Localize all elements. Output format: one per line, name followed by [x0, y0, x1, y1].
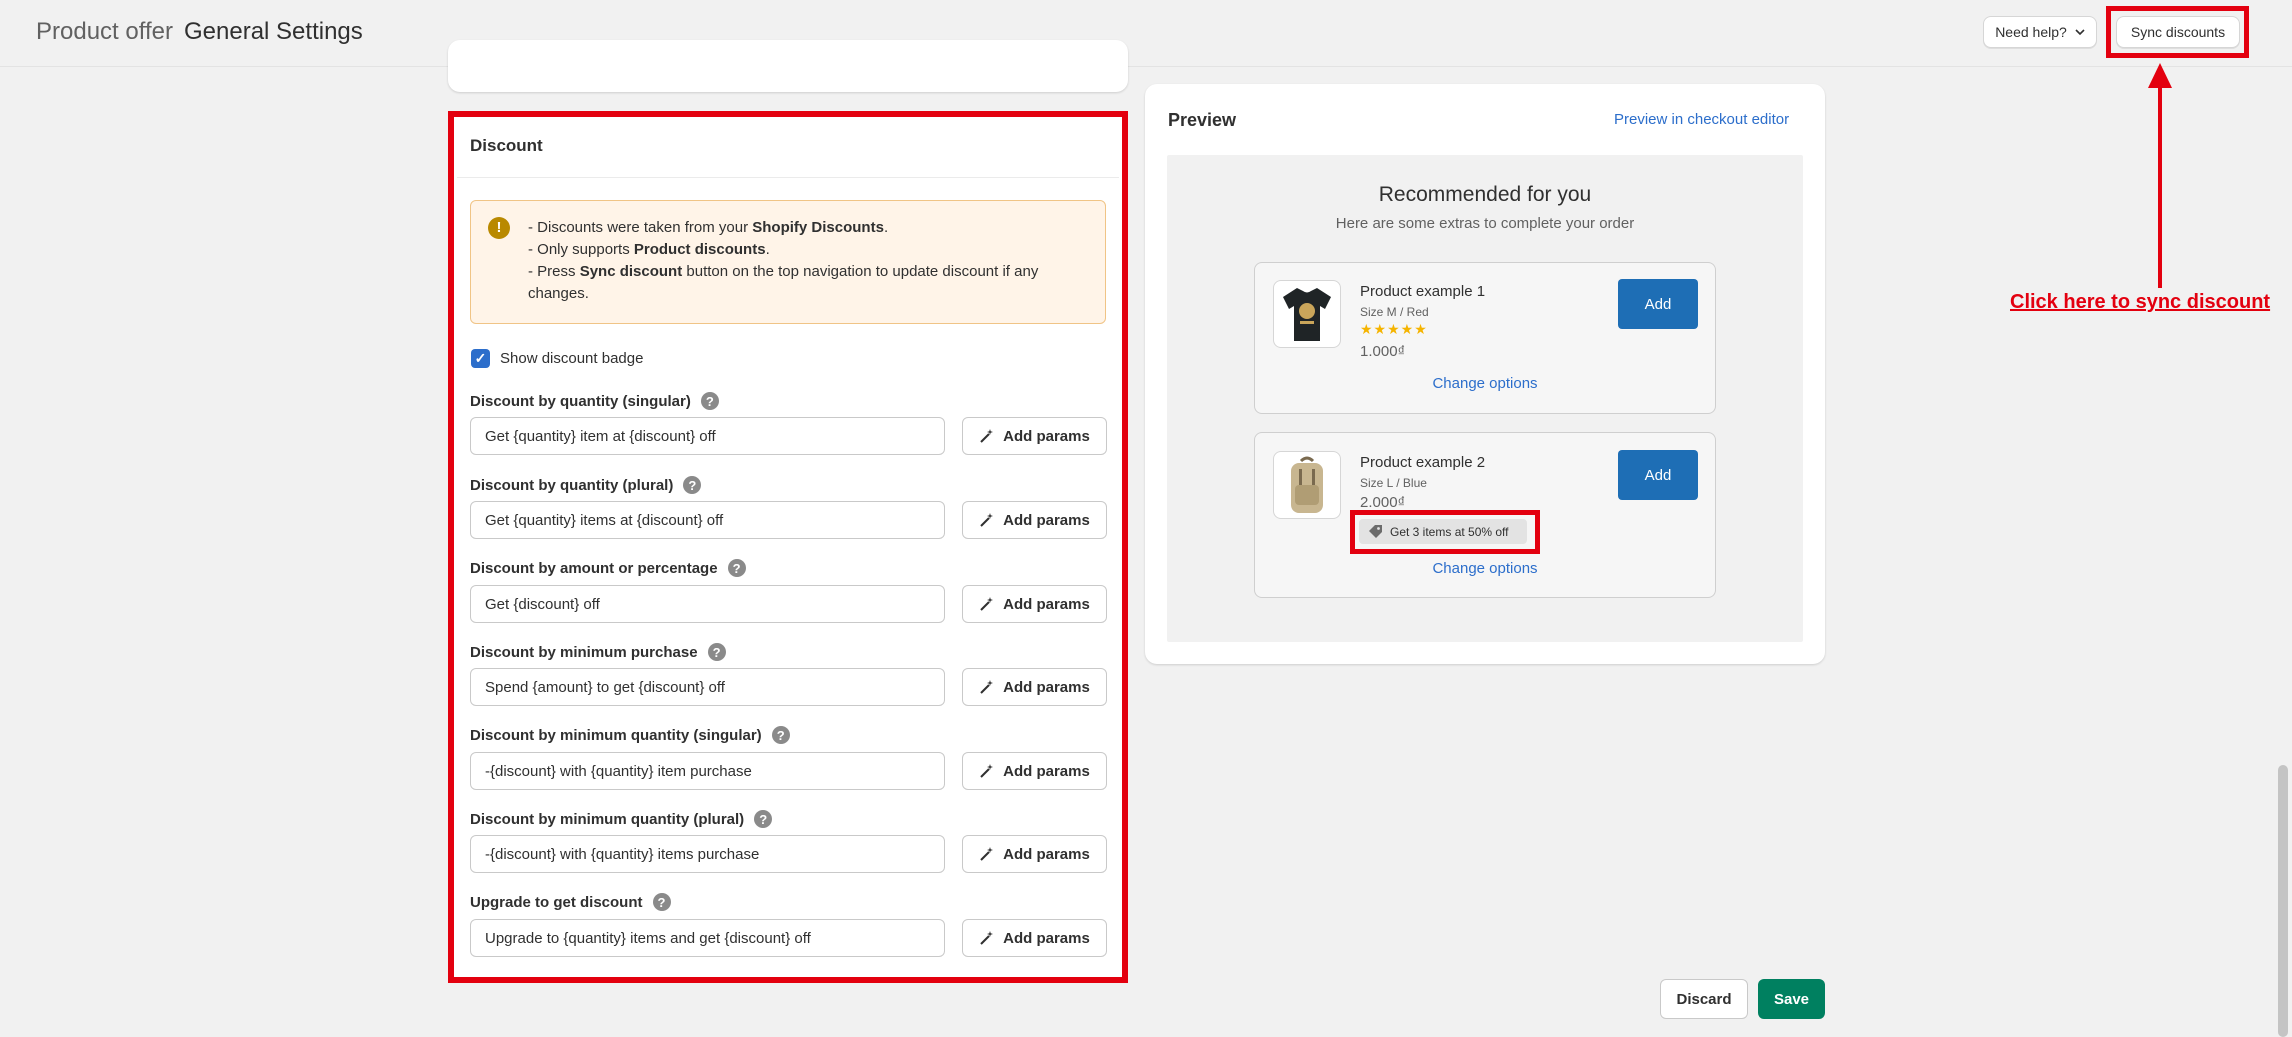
- recommended-subheading: Here are some extras to complete your or…: [1335, 215, 1635, 232]
- add-params-button[interactable]: Add params: [962, 501, 1107, 539]
- discount-info-banner: ! - Discounts were taken from your Shopi…: [470, 200, 1106, 324]
- scrollbar[interactable]: [2278, 765, 2288, 1037]
- divider: [457, 177, 1119, 178]
- banner-line: - Discounts were taken from your Shopify…: [528, 219, 889, 236]
- recommended-heading: Recommended for you: [1378, 183, 1592, 206]
- product-name: Product example 1: [1360, 283, 1486, 300]
- add-params-button[interactable]: Add params: [962, 585, 1107, 623]
- field-label-quantity-singular: Discount by quantity (singular)?: [470, 392, 719, 410]
- amount-percentage-input[interactable]: [470, 585, 945, 623]
- discount-title: Discount: [470, 136, 543, 155]
- upgrade-input[interactable]: [470, 919, 945, 957]
- sync-note: Click here to sync discount: [2010, 291, 2271, 313]
- chevron-down-icon: [2075, 28, 2085, 35]
- magic-wand-icon: [980, 847, 994, 861]
- help-icon[interactable]: ?: [683, 476, 702, 494]
- add-params-button[interactable]: Add params: [962, 752, 1107, 790]
- field-label-min-quantity-plural: Discount by minimum quantity (plural)?: [470, 810, 773, 828]
- magic-wand-icon: [980, 429, 994, 443]
- show-discount-badge-label: Show discount badge: [500, 349, 644, 367]
- product-price: 2.000₫: [1360, 494, 1406, 511]
- help-icon[interactable]: ?: [652, 893, 671, 911]
- add-params-button[interactable]: Add params: [962, 835, 1107, 873]
- min-quantity-plural-input[interactable]: [470, 835, 945, 873]
- help-icon[interactable]: ?: [754, 810, 773, 828]
- backpack-thumbnail: [1273, 451, 1341, 519]
- top-bar: Product offer General Settings Need help…: [0, 0, 2292, 67]
- warning-icon: !: [488, 217, 510, 239]
- banner-line: - Only supports Product discounts.: [528, 241, 770, 258]
- help-icon[interactable]: ?: [707, 643, 726, 661]
- page-title: General Settings: [184, 18, 363, 45]
- add-params-button[interactable]: Add params: [962, 919, 1107, 957]
- quantity-singular-input[interactable]: [470, 417, 945, 455]
- need-help-button[interactable]: Need help?: [1983, 16, 2097, 48]
- rating-stars: ★★★★★: [1360, 321, 1428, 337]
- need-help-label: Need help?: [1995, 24, 2067, 40]
- field-label-minimum-purchase: Discount by minimum purchase?: [470, 643, 726, 661]
- show-discount-badge-checkbox[interactable]: ✓: [471, 348, 490, 368]
- field-label-min-quantity-singular: Discount by minimum quantity (singular)?: [470, 726, 790, 744]
- previous-settings-card: [448, 40, 1128, 92]
- breadcrumb-parent[interactable]: Product offer: [36, 18, 173, 46]
- add-params-button[interactable]: Add params: [962, 668, 1107, 706]
- magic-wand-icon: [980, 597, 994, 611]
- product-name: Product example 2: [1360, 454, 1486, 471]
- field-label-quantity-plural: Discount by quantity (plural)?: [470, 476, 702, 494]
- magic-wand-icon: [980, 513, 994, 527]
- magic-wand-icon: [980, 680, 994, 694]
- preview-checkout-editor-link[interactable]: Preview in checkout editor: [1614, 111, 1789, 128]
- save-button[interactable]: Save: [1758, 979, 1825, 1019]
- sync-highlight-box: [2106, 6, 2249, 58]
- magic-wand-icon: [980, 931, 994, 945]
- help-icon[interactable]: ?: [771, 726, 790, 744]
- tshirt-icon: [1283, 288, 1331, 341]
- product-price: 1.000₫: [1360, 343, 1406, 360]
- change-options-link[interactable]: Change options: [1254, 560, 1716, 577]
- add-product-button[interactable]: Add: [1618, 279, 1698, 329]
- banner-line: - Press Sync discount button on the top …: [528, 263, 1039, 302]
- field-label-amount-percentage: Discount by amount or percentage?: [470, 559, 746, 577]
- product-variant: Size M / Red: [1360, 305, 1429, 319]
- help-icon[interactable]: ?: [727, 559, 746, 577]
- backpack-icon: [1291, 456, 1323, 513]
- banner-text: - Discounts were taken from your Shopify…: [528, 217, 1088, 305]
- field-label-upgrade: Upgrade to get discount?: [470, 893, 671, 911]
- min-quantity-singular-input[interactable]: [470, 752, 945, 790]
- change-options-link[interactable]: Change options: [1254, 375, 1716, 392]
- magic-wand-icon: [980, 764, 994, 778]
- discard-button[interactable]: Discard: [1660, 979, 1748, 1019]
- preview-title: Preview: [1168, 110, 1237, 130]
- add-params-button[interactable]: Add params: [962, 417, 1107, 455]
- add-product-button[interactable]: Add: [1618, 450, 1698, 500]
- product-variant: Size L / Blue: [1360, 476, 1427, 490]
- minimum-purchase-input[interactable]: [470, 668, 945, 706]
- help-icon[interactable]: ?: [700, 392, 719, 410]
- tshirt-thumbnail: [1273, 280, 1341, 348]
- quantity-plural-input[interactable]: [470, 501, 945, 539]
- badge-highlight-box: [1350, 510, 1540, 554]
- show-discount-badge-row[interactable]: ✓ Show discount badge: [471, 348, 643, 368]
